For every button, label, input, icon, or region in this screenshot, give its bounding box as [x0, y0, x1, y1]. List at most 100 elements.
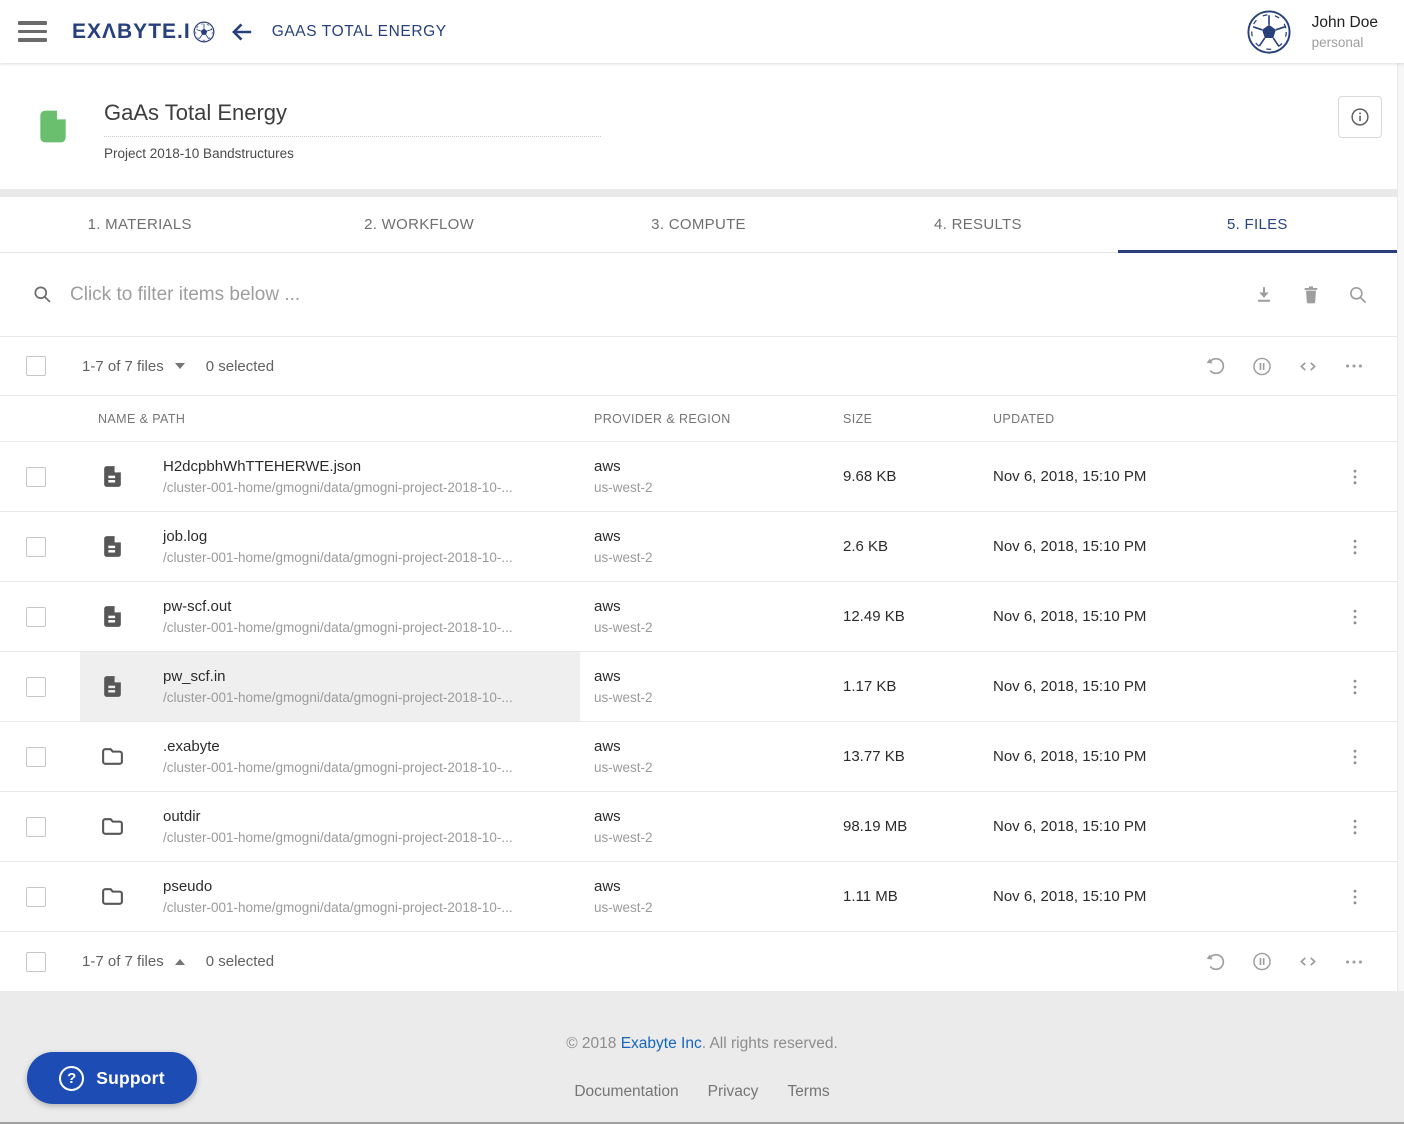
file-name: pseudo	[163, 878, 513, 895]
download-button[interactable]	[1253, 284, 1275, 306]
divider	[0, 189, 1397, 197]
scrollbar[interactable]	[1397, 63, 1404, 991]
pause-button[interactable]	[1251, 951, 1273, 973]
file-updated: Nov 6, 2018, 15:10 PM	[979, 652, 1313, 721]
file-name-cell[interactable]: pseudo /cluster-001-home/gmogni/data/gmo…	[80, 862, 580, 931]
file-name-cell[interactable]: job.log /cluster-001-home/gmogni/data/gm…	[80, 512, 580, 581]
file-icon	[100, 534, 125, 559]
region: us-west-2	[594, 830, 653, 845]
tab-files[interactable]: 5. FILES	[1118, 197, 1397, 252]
row-checkbox[interactable]	[26, 747, 46, 767]
file-updated: Nov 6, 2018, 15:10 PM	[979, 512, 1313, 581]
company-link[interactable]: Exabyte Inc	[621, 1035, 702, 1052]
copyright: © 2018 Exabyte Inc. All rights reserved.	[566, 1035, 838, 1053]
tab-compute[interactable]: 3. COMPUTE	[559, 197, 838, 252]
selection-toolbar-bottom: 1-7 of 7 files 0 selected	[0, 932, 1397, 991]
search-button[interactable]	[1347, 284, 1369, 306]
undo-icon	[1205, 951, 1227, 973]
file-name: pw-scf.out	[163, 598, 513, 615]
link-documentation[interactable]: Documentation	[574, 1083, 678, 1101]
link-privacy[interactable]: Privacy	[708, 1083, 759, 1101]
row-menu-icon[interactable]	[1345, 465, 1365, 489]
ellipsis-icon	[1343, 355, 1365, 377]
folder-icon	[100, 814, 125, 839]
job-header: GaAs Total Energy Project 2018-10 Bandst…	[0, 63, 1397, 189]
step-tabs: 1. MATERIALS 2. WORKFLOW 3. COMPUTE 4. R…	[0, 197, 1397, 253]
table-row: pw_scf.in /cluster-001-home/gmogni/data/…	[0, 652, 1397, 722]
more-button[interactable]	[1343, 355, 1365, 377]
info-button[interactable]	[1338, 96, 1382, 138]
folder-icon	[100, 744, 125, 769]
row-checkbox[interactable]	[26, 887, 46, 907]
copyright-prefix: © 2018	[566, 1035, 621, 1052]
row-checkbox[interactable]	[26, 467, 46, 487]
code-view-button[interactable]	[1297, 355, 1319, 377]
pause-circle-icon	[1251, 950, 1273, 973]
download-icon	[1253, 284, 1275, 306]
file-name: job.log	[163, 528, 513, 545]
folder-icon	[100, 884, 125, 909]
row-checkbox[interactable]	[26, 817, 46, 837]
file-name: .exabyte	[163, 738, 513, 755]
file-name-cell[interactable]: pw_scf.in /cluster-001-home/gmogni/data/…	[80, 652, 580, 721]
menu-icon[interactable]	[18, 21, 47, 42]
select-all-checkbox[interactable]	[26, 356, 46, 376]
tab-workflow[interactable]: 2. WORKFLOW	[279, 197, 558, 252]
pagination-range[interactable]: 1-7 of 7 files	[82, 953, 164, 970]
support-button[interactable]: ? Support	[27, 1052, 197, 1104]
tab-results[interactable]: 4. RESULTS	[838, 197, 1117, 252]
table-row: pseudo /cluster-001-home/gmogni/data/gmo…	[0, 862, 1397, 932]
row-checkbox[interactable]	[26, 537, 46, 557]
file-name-cell[interactable]: outdir /cluster-001-home/gmogni/data/gmo…	[80, 792, 580, 861]
link-terms[interactable]: Terms	[787, 1083, 829, 1101]
table-row: pw-scf.out /cluster-001-home/gmogni/data…	[0, 582, 1397, 652]
brand-logo-text: EXΛBYTE.I	[72, 20, 191, 44]
row-menu-icon[interactable]	[1345, 535, 1365, 559]
provider: aws	[594, 458, 653, 475]
file-icon	[100, 464, 125, 489]
brand-logo[interactable]: EXΛBYTE.I	[72, 20, 215, 44]
search-icon	[1347, 284, 1369, 306]
row-menu-icon[interactable]	[1345, 605, 1365, 629]
file-path: /cluster-001-home/gmogni/data/gmogni-pro…	[163, 900, 513, 915]
row-menu-icon[interactable]	[1345, 815, 1365, 839]
column-header-updated: UPDATED	[979, 412, 1313, 426]
avatar[interactable]	[1246, 9, 1292, 55]
ellipsis-icon	[1343, 951, 1365, 973]
delete-button[interactable]	[1300, 284, 1322, 306]
user-menu[interactable]: John Doe personal	[1246, 9, 1378, 55]
row-checkbox[interactable]	[26, 607, 46, 627]
filter-bar	[0, 253, 1397, 337]
refresh-button[interactable]	[1205, 355, 1227, 377]
file-name-cell[interactable]: pw-scf.out /cluster-001-home/gmogni/data…	[80, 582, 580, 651]
search-icon	[32, 284, 53, 305]
question-icon: ?	[59, 1066, 84, 1091]
region: us-west-2	[594, 900, 653, 915]
more-button[interactable]	[1343, 951, 1365, 973]
file-size: 1.11 MB	[829, 862, 979, 931]
pause-circle-icon	[1251, 355, 1273, 378]
filter-input[interactable]	[70, 284, 1253, 306]
file-name-cell[interactable]: .exabyte /cluster-001-home/gmogni/data/g…	[80, 722, 580, 791]
row-menu-icon[interactable]	[1345, 745, 1365, 769]
tab-materials[interactable]: 1. MATERIALS	[0, 197, 279, 252]
table-row: .exabyte /cluster-001-home/gmogni/data/g…	[0, 722, 1397, 792]
row-menu-icon[interactable]	[1345, 675, 1365, 699]
row-menu-icon[interactable]	[1345, 885, 1365, 909]
provider: aws	[594, 598, 653, 615]
file-name-cell[interactable]: H2dcpbhWhTTEHERWE.json /cluster-001-home…	[80, 442, 580, 511]
region: us-west-2	[594, 480, 653, 495]
pagination-range[interactable]: 1-7 of 7 files	[82, 358, 164, 375]
refresh-button[interactable]	[1205, 951, 1227, 973]
job-title[interactable]: GaAs Total Energy	[104, 100, 601, 137]
back-arrow-icon[interactable]	[229, 19, 255, 45]
code-view-button[interactable]	[1297, 951, 1319, 973]
pause-button[interactable]	[1251, 355, 1273, 377]
row-checkbox[interactable]	[26, 677, 46, 697]
select-all-checkbox[interactable]	[26, 952, 46, 972]
chevron-down-icon[interactable]	[175, 363, 185, 369]
file-updated: Nov 6, 2018, 15:10 PM	[979, 722, 1313, 791]
topbar-page-title: GAAS TOTAL ENERGY	[272, 23, 447, 41]
provider: aws	[594, 668, 653, 685]
chevron-up-icon[interactable]	[175, 959, 185, 965]
